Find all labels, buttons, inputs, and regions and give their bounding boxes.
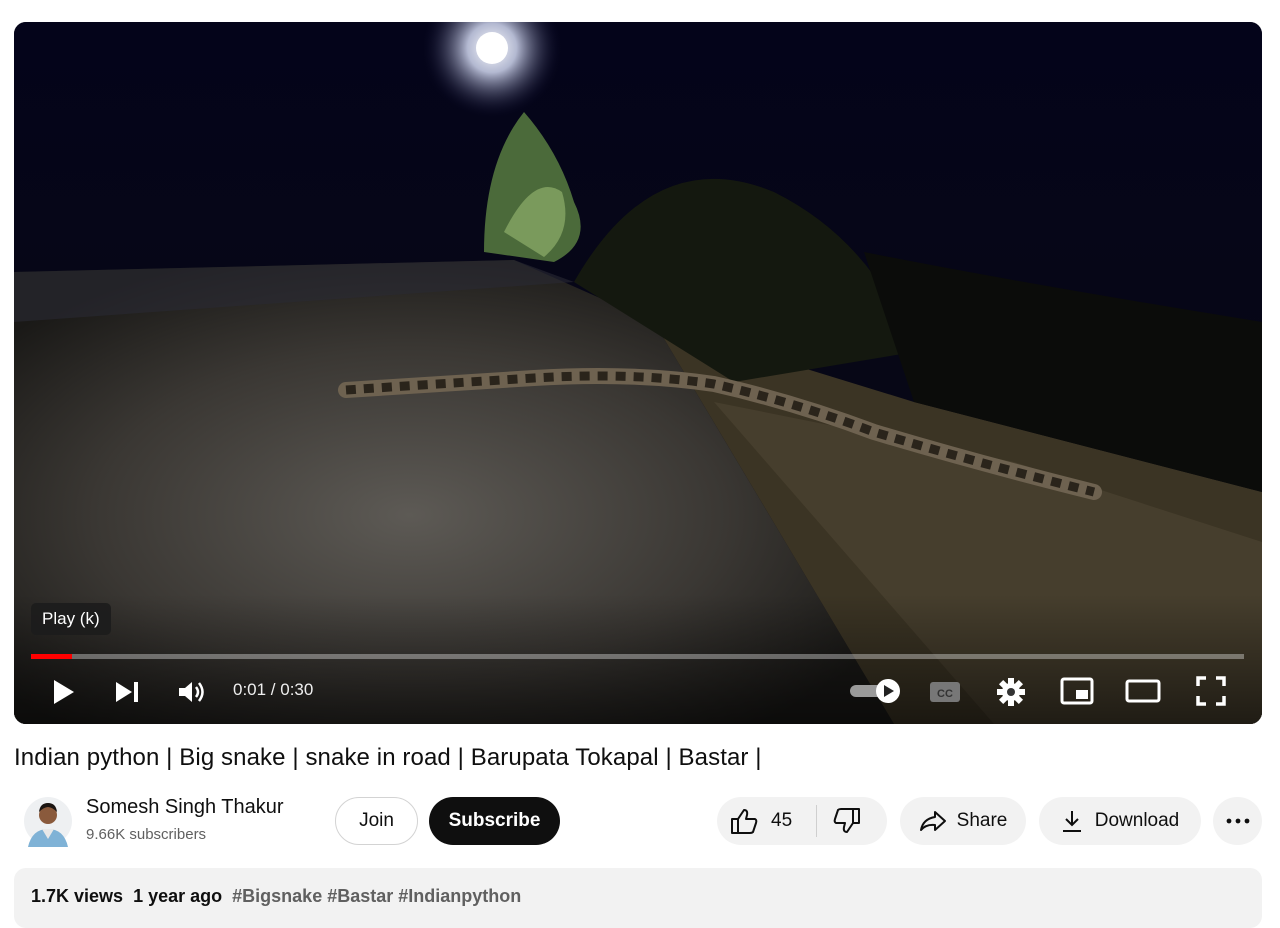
- download-label: Download: [1094, 810, 1180, 831]
- channel-avatar[interactable]: [24, 795, 72, 847]
- captions-icon: CC: [930, 682, 960, 702]
- subscriber-count: 9.66K subscribers: [86, 826, 207, 843]
- join-button[interactable]: Join: [335, 797, 418, 845]
- description-box[interactable]: 1.7K views 1 year ago #Bigsnake #Bastar …: [14, 868, 1262, 928]
- play-icon: [54, 680, 74, 704]
- like-count: 45: [771, 810, 793, 831]
- svg-text:CC: CC: [937, 688, 953, 700]
- autoplay-toggle-icon: [850, 679, 900, 703]
- volume-icon: [179, 682, 204, 702]
- hashtags[interactable]: #Bigsnake #Bastar #Indianpython: [232, 886, 521, 906]
- video-title: Indian python | Big snake | snake in roa…: [14, 744, 762, 771]
- progress-bar[interactable]: [31, 654, 1244, 659]
- subscribe-button[interactable]: Subscribe: [429, 797, 560, 845]
- progress-played: [31, 654, 73, 659]
- play-button[interactable]: [48, 677, 78, 707]
- download-button[interactable]: Download: [1039, 797, 1201, 845]
- captions-button[interactable]: CC: [928, 677, 962, 707]
- next-button[interactable]: [112, 677, 142, 707]
- description-meta: 1.7K views 1 year ago #Bigsnake #Bastar …: [31, 886, 521, 907]
- player-controls: 0:01 / 0:30 CC: [14, 668, 1262, 714]
- miniplayer-icon: [1060, 677, 1094, 705]
- subscribe-label: Subscribe: [448, 810, 541, 831]
- video-player[interactable]: Play (k) 0:01 / 0:30 CC: [14, 22, 1262, 724]
- time-display: 0:01 / 0:30: [233, 680, 314, 699]
- share-label: Share: [956, 810, 1008, 831]
- next-icon: [116, 682, 138, 702]
- miniplayer-button[interactable]: [1059, 676, 1095, 706]
- like-button[interactable]: 45: [729, 807, 792, 835]
- settings-button[interactable]: [994, 675, 1028, 709]
- view-count: 1.7K views: [31, 886, 124, 906]
- autoplay-toggle[interactable]: [846, 676, 904, 706]
- share-icon: [919, 811, 946, 831]
- thumbs-down-icon: [833, 808, 860, 833]
- join-label: Join: [359, 810, 394, 831]
- more-horizontal-icon: [1226, 818, 1249, 824]
- fullscreen-button[interactable]: [1194, 675, 1228, 707]
- channel-name[interactable]: Somesh Singh Thakur: [86, 796, 284, 819]
- like-divider: [816, 805, 817, 837]
- theater-mode-button[interactable]: [1125, 676, 1161, 706]
- play-tooltip: Play (k): [31, 603, 111, 635]
- dislike-button[interactable]: [832, 807, 862, 841]
- more-actions-button[interactable]: [1213, 797, 1262, 845]
- theater-mode-icon: [1125, 679, 1161, 703]
- share-button[interactable]: Share: [900, 797, 1026, 845]
- settings-icon: [997, 678, 1025, 706]
- download-icon: [1062, 811, 1081, 832]
- upload-age: 1 year ago: [133, 886, 223, 906]
- mute-button[interactable]: [176, 677, 208, 707]
- thumbs-up-icon: [731, 809, 758, 834]
- fullscreen-icon: [1196, 676, 1226, 706]
- like-dislike-group: 45: [717, 797, 887, 845]
